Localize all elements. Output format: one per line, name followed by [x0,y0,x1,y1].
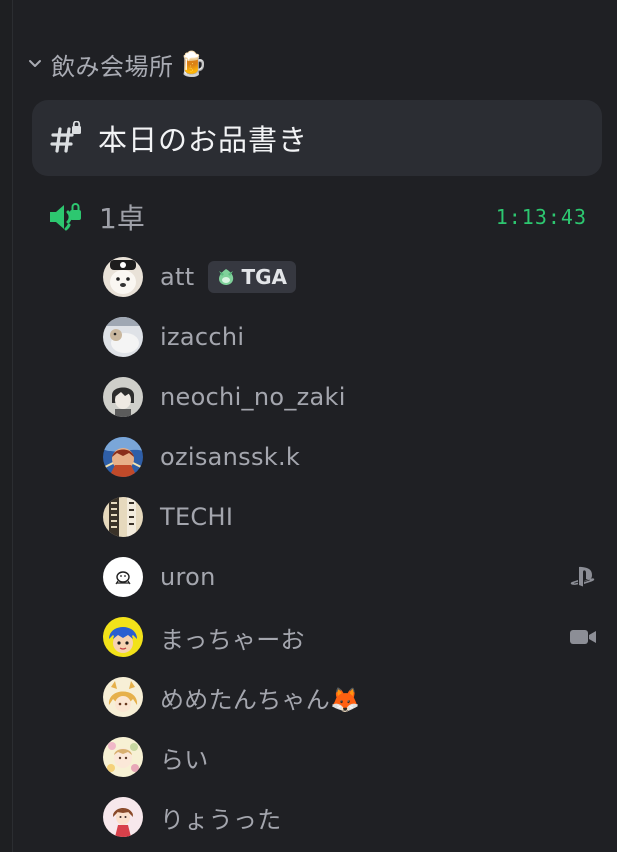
avatar [103,557,143,597]
voice-user-izacchi[interactable]: izacchi [103,307,603,367]
voice-user-neochi-no-zaki[interactable]: neochi_no_zaki [103,367,603,427]
voice-channel-item[interactable]: 1卓 1:13:43 [43,194,603,240]
voice-user-att[interactable]: att TGA [103,247,603,307]
guild-tag-text: TGA [241,265,287,289]
username-text: めめたんちゃん [160,685,331,714]
video-camera-icon [567,625,599,649]
avatar [103,257,143,297]
voice-elapsed-timer: 1:13:43 [495,205,587,229]
voice-user-ozisanssk-k[interactable]: ozisanssk.k [103,427,603,487]
username: izacchi [160,323,245,351]
playstation-icon [567,565,599,589]
guild-tag-badge[interactable]: TGA [208,261,296,293]
avatar [103,737,143,777]
fox-emoji-icon: 🦊 [330,685,361,714]
voice-user-macchao[interactable]: まっちゃーお [103,607,603,667]
text-channel-name: 本日のお品書き [98,123,309,157]
beer-emoji-icon: 🍺 [177,50,208,78]
chevron-down-icon [25,54,45,74]
username: att [160,263,195,291]
username: めめたんちゃん🦊 [160,680,360,715]
avatar [103,797,143,837]
avatar [103,377,143,417]
username: りょうった [160,805,282,834]
voice-user-uron[interactable]: uron [103,547,603,607]
speaker-lock-icon [47,199,83,235]
voice-user-ryoutta[interactable]: りょうった [103,787,603,847]
category-name: 飲み会場所 [51,52,174,81]
avatar [103,317,143,357]
voice-user-list: att TGA izacchi neochi_no_zaki ozisanssk… [103,247,603,847]
voice-user-rai[interactable]: らい [103,727,603,787]
username: らい [160,745,209,774]
username: uron [160,563,216,591]
avatar [103,497,143,537]
voice-user-techi[interactable]: TECHI [103,487,603,547]
leaf-badge-icon [215,267,237,287]
voice-channel-name: 1卓 [99,202,145,235]
username: まっちゃーお [160,625,305,654]
voice-user-memetanchan[interactable]: めめたんちゃん🦊 [103,667,603,727]
channel-list-panel: 飲み会場所 🍺 本日のお品書き 1卓 1:13:43 att TGA izacc… [12,0,617,852]
hash-lock-icon [50,120,84,155]
text-channel-item[interactable]: 本日のお品書き [32,100,602,176]
category-header[interactable]: 飲み会場所 🍺 [25,44,208,84]
avatar [103,617,143,657]
avatar [103,677,143,717]
avatar [103,437,143,477]
username: ozisanssk.k [160,443,301,471]
username: neochi_no_zaki [160,383,346,411]
username: TECHI [160,503,234,531]
